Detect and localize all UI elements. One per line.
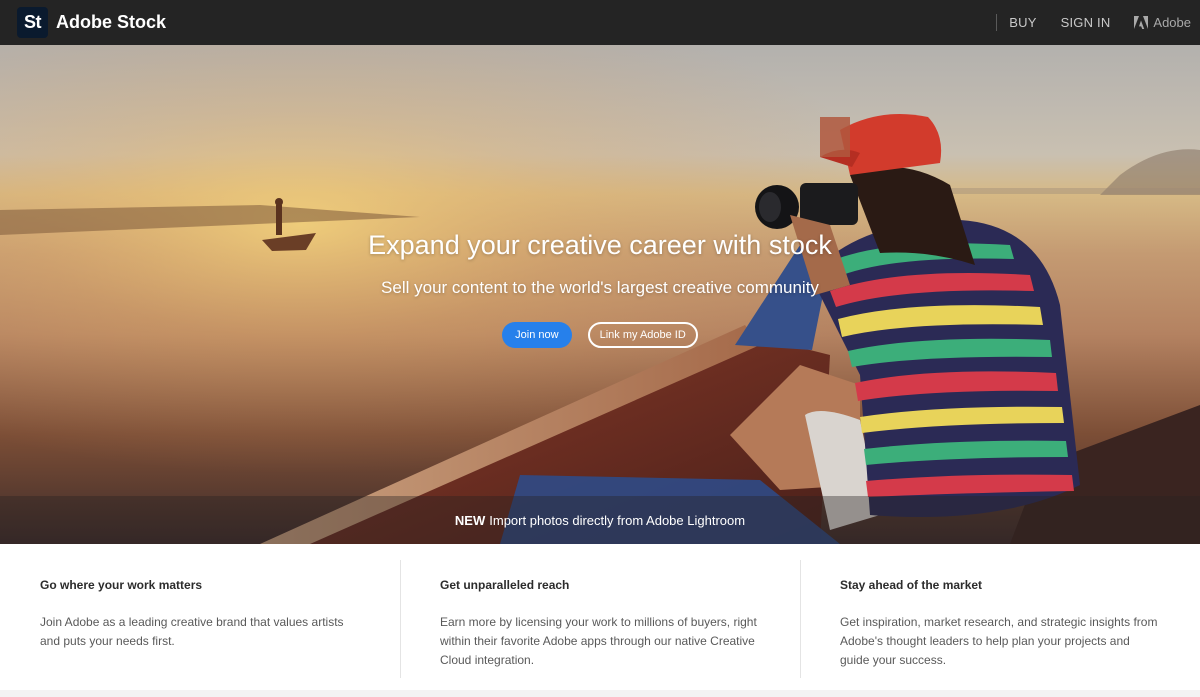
feature-body: Get inspiration, market research, and st… (840, 615, 1158, 667)
nav-right: BUY SIGN IN Adobe (996, 0, 1200, 45)
adobe-link[interactable]: Adobe (1134, 15, 1191, 30)
feature-title: Stay ahead of the market (840, 578, 983, 592)
sign-in-link[interactable]: SIGN IN (1061, 15, 1111, 30)
nav-divider (996, 14, 998, 31)
features-section: Go where your work matters Join Adobe as… (0, 544, 1200, 690)
hero-subtitle: Sell your content to the world's largest… (381, 278, 819, 297)
banner-text: Import photos directly from Adobe Lightr… (489, 512, 746, 528)
hero-buttons: Join now Link my Adobe ID (0, 322, 1200, 348)
new-tag: NEW (454, 512, 486, 528)
feature-column: Go where your work matters Join Adobe as… (0, 544, 400, 690)
buy-link[interactable]: BUY (1009, 15, 1036, 30)
hero-section: Expand your creative career with stock S… (0, 45, 1200, 544)
adobe-label: Adobe (1153, 15, 1191, 30)
adobe-logo-icon (1134, 16, 1149, 29)
hero-title: Expand your creative career with stock (368, 230, 832, 260)
top-navigation: St Adobe Stock BUY SIGN IN Adobe (0, 0, 1200, 45)
link-adobe-id-button[interactable]: Link my Adobe ID (587, 322, 698, 348)
feature-title: Get unparalleled reach (440, 578, 570, 592)
brand-name: Adobe Stock (56, 12, 167, 32)
feature-column: Get unparalleled reach Earn more by lice… (400, 544, 800, 690)
join-now-button[interactable]: Join now (502, 322, 572, 348)
lightroom-banner[interactable]: NEW Import photos directly from Adobe Li… (0, 496, 1200, 544)
feature-title: Go where your work matters (40, 578, 203, 592)
brand-home-link[interactable]: St Adobe Stock (17, 7, 166, 38)
feature-body: Earn more by licensing your work to mill… (440, 615, 757, 667)
adobe-stock-logo: St (17, 7, 48, 38)
page-bottom-strip (0, 690, 1200, 697)
feature-column: Stay ahead of the market Get inspiration… (800, 544, 1200, 690)
feature-body: Join Adobe as a leading creative brand t… (40, 615, 344, 648)
